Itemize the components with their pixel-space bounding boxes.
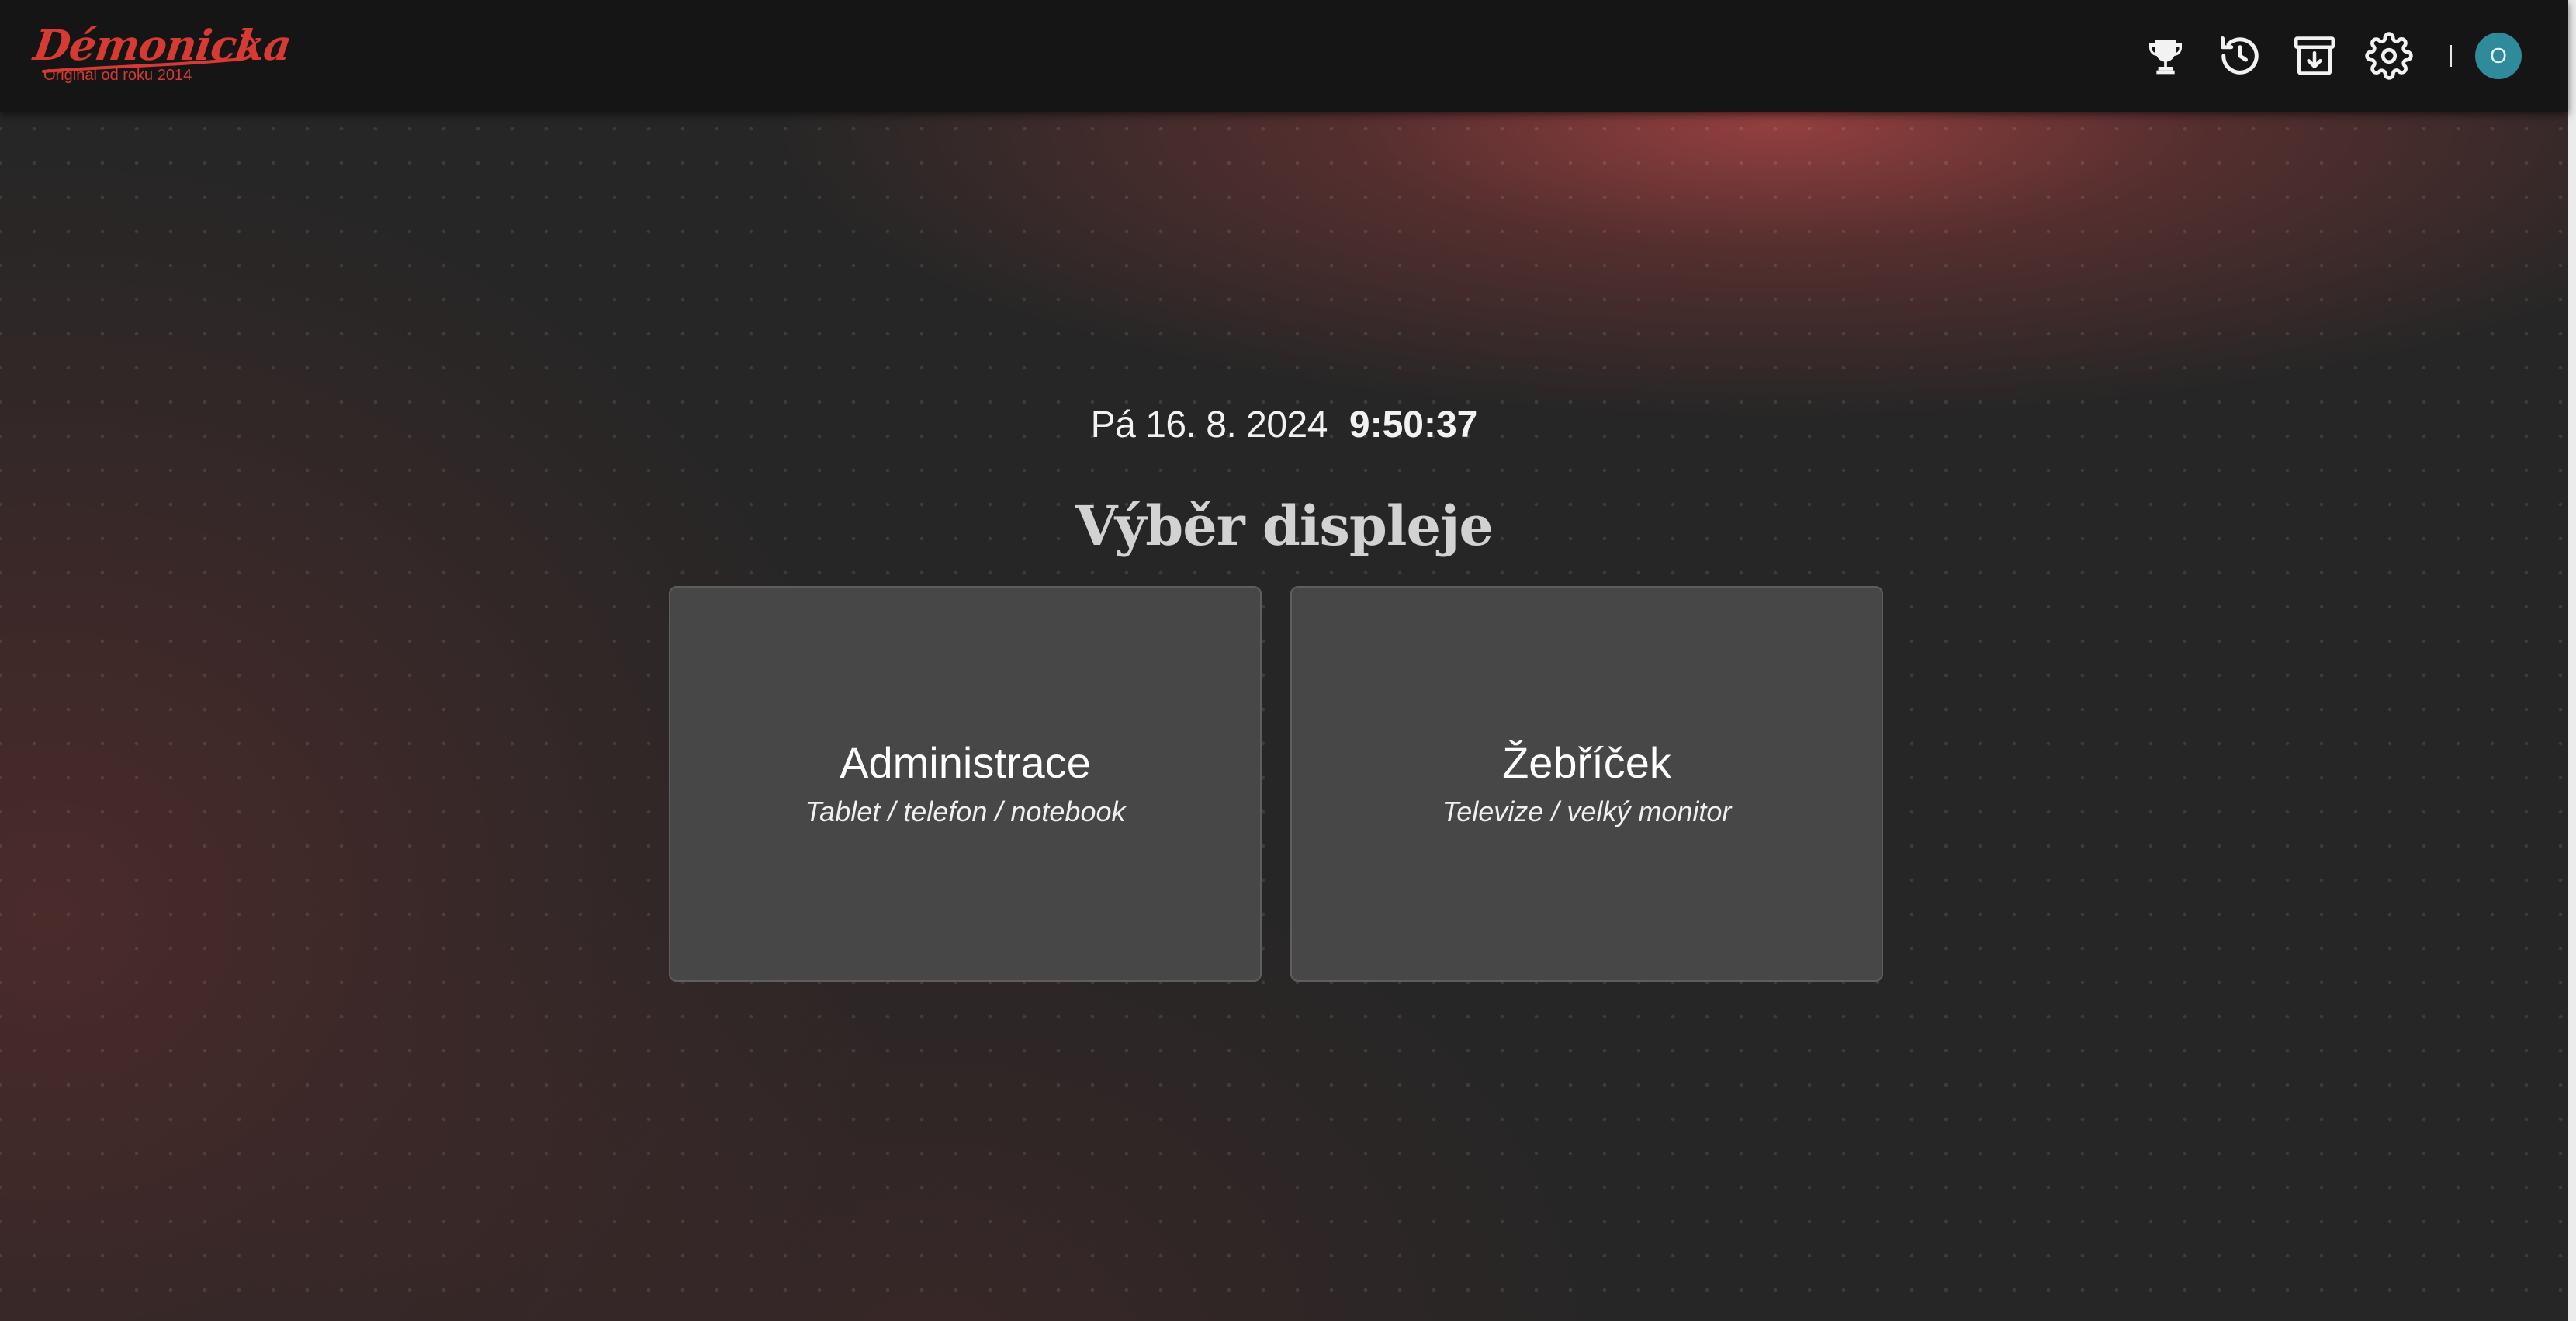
navbar: Démonicka Originál od roku 2014 O — [0, 0, 2568, 112]
current-date: Pá 16. 8. 2024 — [1090, 404, 1328, 446]
window-edge — [2568, 0, 2576, 1321]
display-card-admin[interactable]: Administrace Tablet / telefon / notebook — [669, 586, 1262, 982]
page-title: Výběr displeje — [1075, 494, 1494, 558]
nav-divider — [2450, 45, 2452, 67]
logo-tagline: Originál od roku 2014 — [43, 67, 192, 84]
card-subtitle: Televize / velký monitor — [1442, 795, 1732, 827]
display-card-leaderboard[interactable]: Žebříček Televize / velký monitor — [1290, 586, 1883, 982]
archive-download-icon[interactable] — [2285, 26, 2344, 85]
brand-logo[interactable]: Démonicka Originál od roku 2014 — [31, 20, 294, 90]
history-icon[interactable] — [2211, 26, 2270, 85]
logo-wordmark: Démonicka — [30, 20, 294, 70]
card-title: Administrace — [840, 737, 1091, 787]
gear-icon[interactable] — [2360, 26, 2418, 85]
current-time: 9:50:37 — [1349, 404, 1478, 446]
page: Démonicka Originál od roku 2014 O Pá 16.… — [0, 0, 2576, 1321]
background-dot-grid — [0, 0, 2576, 1321]
card-title: Žebříček — [1502, 737, 1671, 787]
trophy-icon[interactable] — [2136, 26, 2195, 85]
nav-actions: O — [2121, 26, 2522, 85]
date-time-display: Pá 16. 8. 2024 9:50:37 — [0, 404, 2568, 446]
card-subtitle: Tablet / telefon / notebook — [805, 795, 1126, 827]
user-avatar[interactable]: O — [2475, 33, 2522, 79]
